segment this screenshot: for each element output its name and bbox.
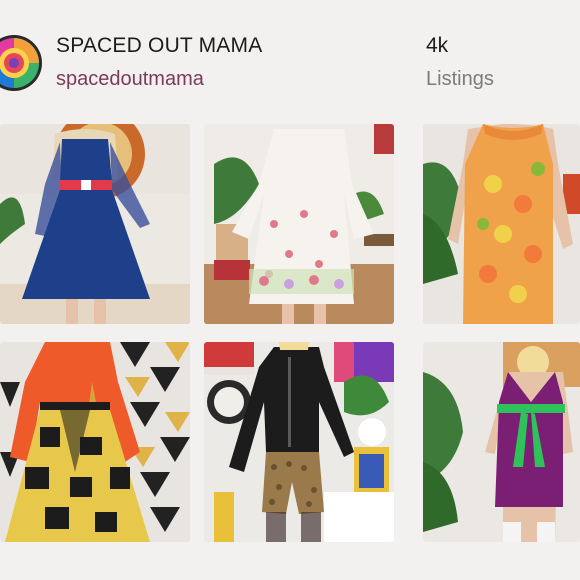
shop-handle[interactable]: spacedoutmama	[56, 68, 204, 91]
listing-tile-navy-dress[interactable]	[0, 124, 190, 324]
listing-photo	[0, 124, 190, 324]
shop-avatar[interactable]	[0, 32, 44, 94]
listing-photo	[0, 342, 190, 542]
listings-count: 4k	[426, 34, 449, 57]
listing-tile-white-floral-dress[interactable]	[204, 124, 394, 324]
shop-header: SPACED OUT MAMA spacedoutmama 4k Listing…	[0, 0, 580, 120]
listing-tile-orange-floral-dress[interactable]	[423, 124, 580, 324]
listing-photo	[423, 342, 580, 542]
shop-name[interactable]: SPACED OUT MAMA	[56, 34, 262, 58]
listing-photo	[423, 124, 580, 324]
listing-tile-patchwork-skirt[interactable]	[0, 342, 190, 542]
listing-photo	[204, 124, 394, 324]
listings-label: Listings	[426, 68, 494, 90]
listing-tile-black-shirt-shorts[interactable]	[204, 342, 394, 542]
listing-photo	[204, 342, 394, 542]
listing-tile-purple-dress[interactable]	[423, 342, 580, 542]
